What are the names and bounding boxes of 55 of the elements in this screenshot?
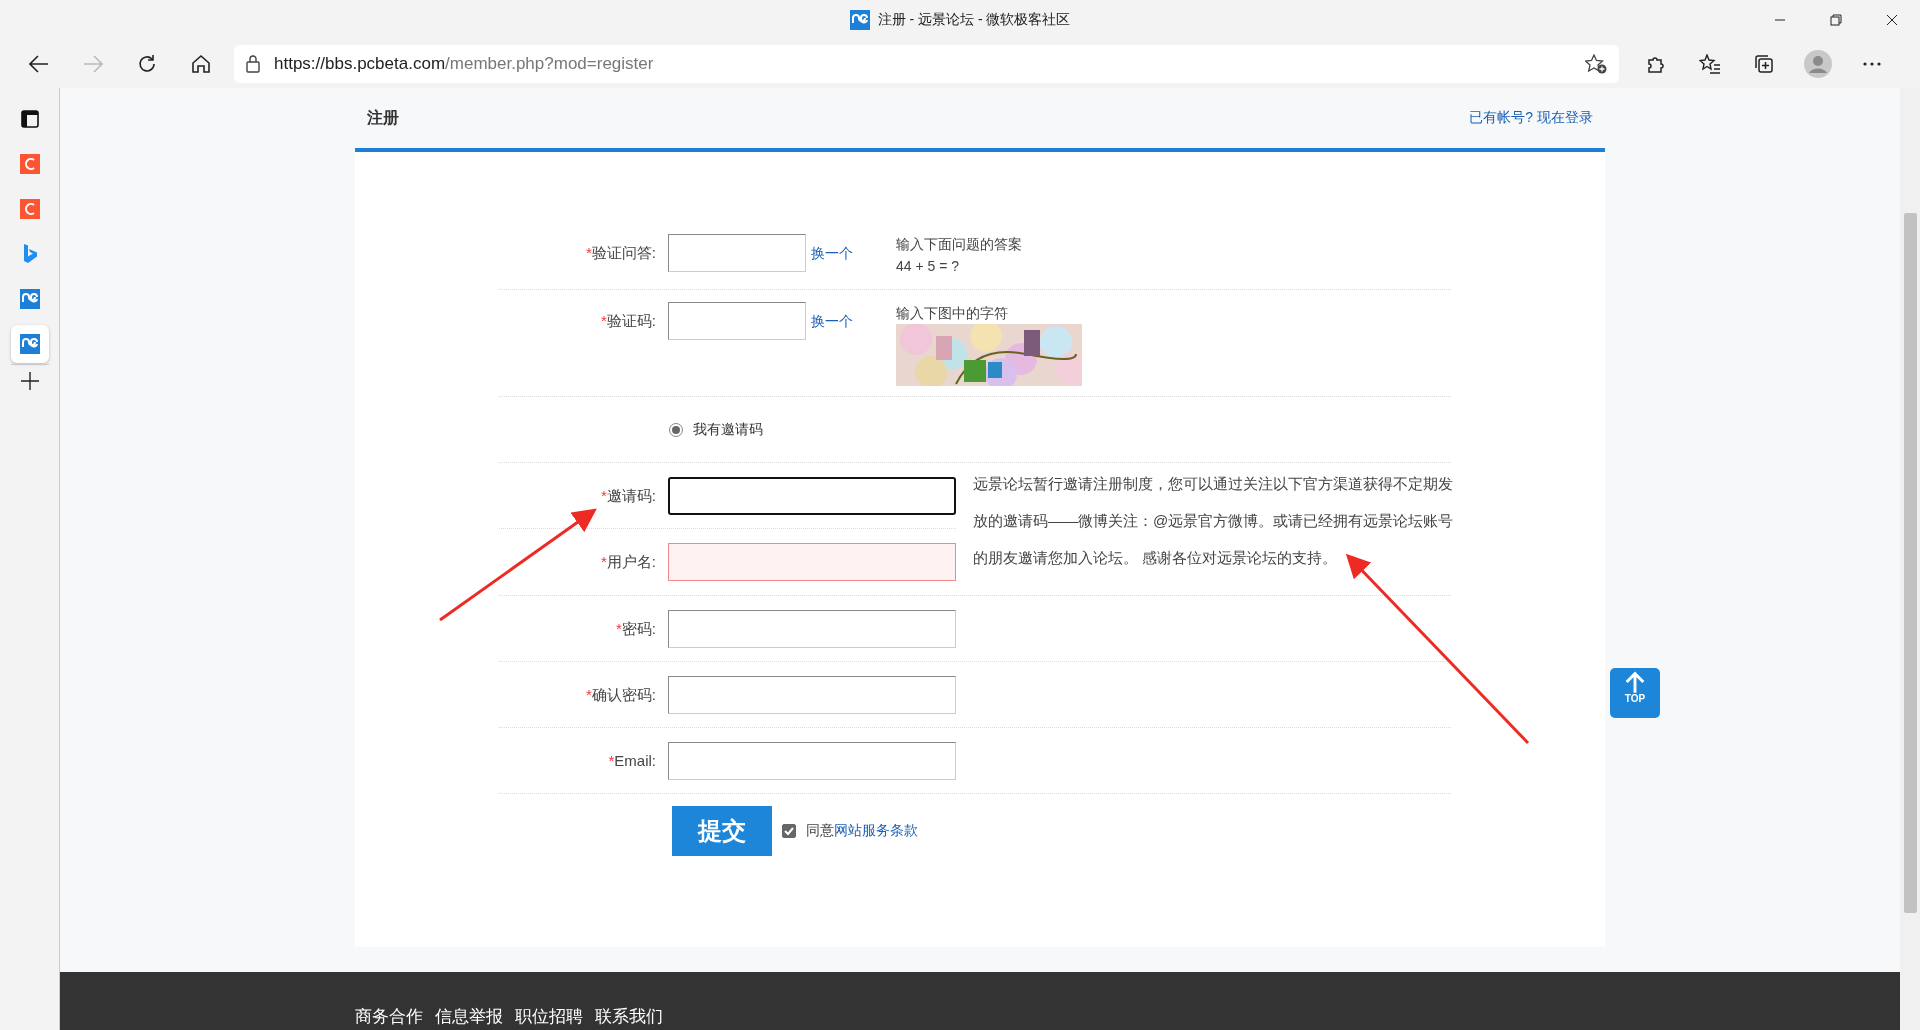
field-label: *密码: bbox=[615, 618, 657, 639]
field-label: *邀请码: bbox=[600, 485, 657, 506]
more-icon[interactable] bbox=[1862, 61, 1882, 67]
submit-button[interactable]: 提交 bbox=[672, 806, 772, 856]
input-field[interactable] bbox=[668, 234, 806, 272]
site-favicon-icon[interactable] bbox=[19, 154, 40, 174]
hint-text: 输入下图中的字符 bbox=[896, 304, 1009, 323]
site-favicon-icon[interactable] bbox=[19, 334, 40, 354]
address-bar[interactable]: https://bbs.pcbeta.com/member.php?mod=register bbox=[234, 45, 1619, 83]
field-label: *Email: bbox=[607, 750, 657, 771]
tabs-icon[interactable] bbox=[20, 110, 39, 128]
login-link[interactable]: 已有帐号? 现在登录 bbox=[1469, 109, 1593, 127]
field-label: *验证码: bbox=[600, 311, 657, 331]
field-label: *确认密码: bbox=[585, 684, 657, 705]
scrollbar-thumb[interactable] bbox=[1904, 213, 1917, 913]
input-field[interactable] bbox=[668, 675, 956, 714]
favorites-icon[interactable] bbox=[1699, 54, 1721, 74]
collections-icon[interactable] bbox=[1754, 54, 1774, 74]
home-icon[interactable] bbox=[191, 54, 211, 74]
radio-button[interactable] bbox=[669, 422, 683, 437]
refresh-icon[interactable] bbox=[137, 54, 157, 74]
input-field[interactable] bbox=[668, 302, 806, 340]
field-label: *用户名: bbox=[600, 552, 657, 572]
add-icon[interactable] bbox=[20, 372, 39, 390]
lock-icon[interactable] bbox=[246, 55, 260, 73]
change-link[interactable]: 换一个 bbox=[811, 234, 891, 272]
terms-link[interactable]: 网站服务条款 bbox=[834, 822, 918, 838]
footer-link[interactable]: 信息举报 bbox=[435, 1004, 503, 1030]
site-favicon-icon bbox=[849, 10, 870, 30]
site-favicon-icon[interactable] bbox=[19, 199, 40, 219]
radio-label: 我有邀请码 bbox=[693, 420, 763, 439]
footer-link[interactable]: 职位招聘 bbox=[515, 1004, 583, 1030]
input-field[interactable] bbox=[668, 741, 956, 780]
puzzle-icon[interactable] bbox=[1646, 54, 1666, 74]
agree-text: 同意网站服务条款 bbox=[806, 822, 918, 840]
input-field[interactable] bbox=[668, 609, 956, 648]
checkbox[interactable] bbox=[782, 824, 796, 838]
add-favorite-icon[interactable] bbox=[1585, 54, 1607, 74]
invite-notice: 远景论坛暂行邀请注册制度，您可以通过关注以下官方渠道获得不定期发放的邀请码——微博关注：@远景官方微博。或请已经拥有远景论坛账号的朋友邀请您加入论坛。 感谢各位对远景论坛的支持。 bbox=[972, 474, 1455, 568]
hint-text: 输入下面问题的答案 bbox=[896, 235, 1022, 254]
footer-link[interactable]: 商务合作 bbox=[355, 1004, 423, 1030]
change-link[interactable]: 换一个 bbox=[811, 302, 891, 340]
bing-logo-icon[interactable] bbox=[21, 244, 38, 264]
question-text: 44 + 5 = ? bbox=[896, 257, 961, 276]
site-favicon-icon[interactable] bbox=[19, 289, 40, 309]
profile-avatar-icon[interactable] bbox=[1804, 50, 1832, 78]
up-arrow-icon bbox=[1625, 671, 1645, 693]
page-title: 注册 bbox=[367, 107, 399, 128]
input-field[interactable] bbox=[668, 476, 956, 515]
back-to-top-button[interactable]: TOP bbox=[1610, 668, 1660, 718]
back-arrow-icon[interactable] bbox=[29, 55, 49, 73]
input-field[interactable] bbox=[668, 543, 956, 581]
window-title: 注册 - 远景论坛 - 微软极客社区 bbox=[877, 11, 1071, 29]
field-label: *验证问答: bbox=[585, 243, 657, 263]
footer-link[interactable]: 联系我们 bbox=[595, 1004, 663, 1030]
